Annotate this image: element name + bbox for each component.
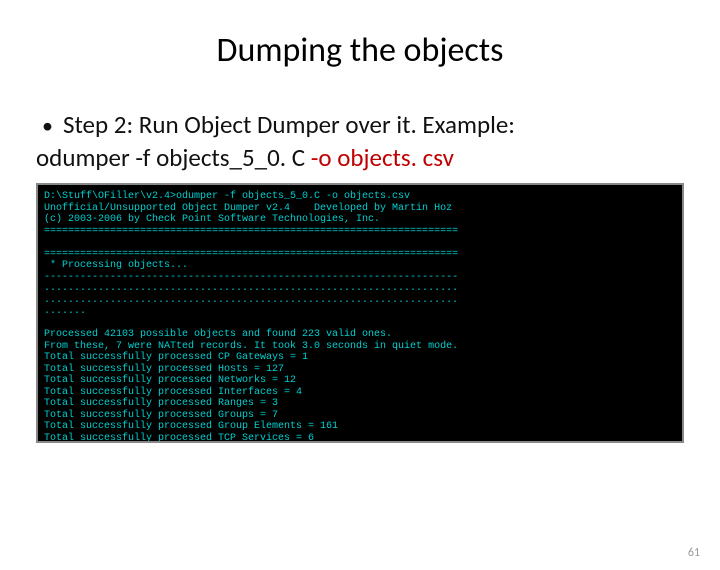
page-number: 61 <box>688 546 700 560</box>
command-output: -o objects. csv <box>311 142 454 173</box>
slide-content: • Step 2: Run Object Dumper over it. Exa… <box>0 109 720 173</box>
terminal-output: D:\Stuff\OFiller\v2.4>odumper -f objects… <box>36 183 684 443</box>
command-line: odumper -f objects_5_0. C -o objects. cs… <box>36 142 684 173</box>
step-text: Step 2: Run Object Dumper over it. Examp… <box>63 109 515 140</box>
bullet-line: • Step 2: Run Object Dumper over it. Exa… <box>36 109 684 140</box>
command-prefix: odumper -f objects_5_0. C <box>36 142 311 173</box>
slide-title: Dumping the objects <box>0 30 720 71</box>
bullet-icon: • <box>42 112 53 139</box>
